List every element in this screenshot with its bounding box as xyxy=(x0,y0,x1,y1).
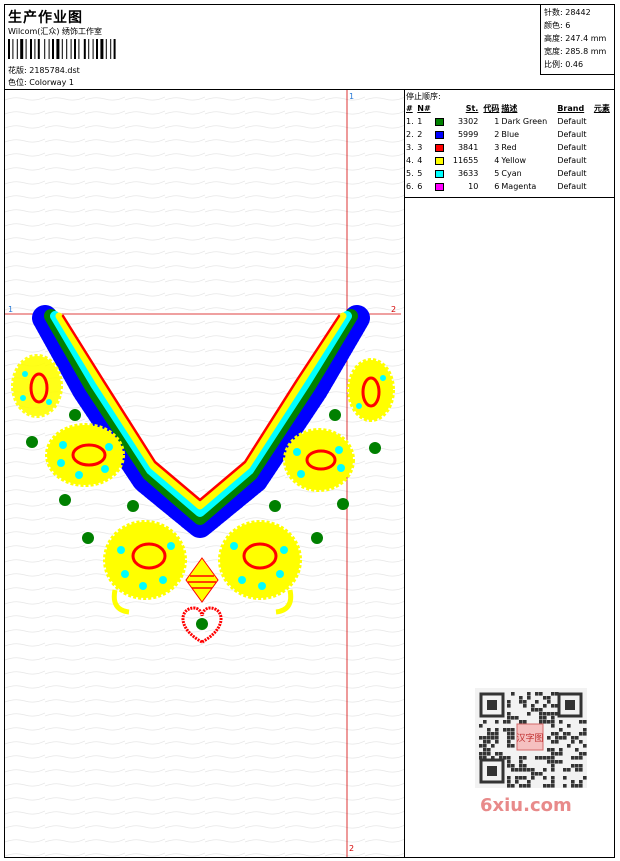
row-desc: Blue xyxy=(501,130,520,139)
row-desc: Dark Green xyxy=(501,117,548,126)
page-title: 生产作业图 xyxy=(8,10,83,26)
stop-sequence-table: # N# St. 代码 描述 Brand 元素 1. 1 3302 1 Dark Gre… xyxy=(405,102,614,193)
table-row: 6. 6 10 6 Magenta Default xyxy=(405,180,614,193)
row-index: 5. xyxy=(406,169,414,178)
colorway-label: 色位: xyxy=(8,78,27,87)
row-swatch xyxy=(434,115,447,128)
stat-height: 高度: 247.4 mm xyxy=(544,34,607,43)
table-header: # N# St. 代码 描述 Brand 元素 xyxy=(405,102,614,115)
guide-label-right: 2 xyxy=(391,305,397,314)
row-desc: Red xyxy=(501,143,517,152)
stat-stitches: 针数: 28442 xyxy=(544,8,591,17)
color-swatch xyxy=(435,182,445,191)
row-index: 3. xyxy=(406,143,414,152)
row-element xyxy=(593,180,614,193)
production-sheet: 生产作业图 Wilcom(汇众) 绣饰工作室 花版: 2185784.dst 色… xyxy=(4,4,615,858)
color-swatch xyxy=(435,117,445,126)
row-brand: Default xyxy=(557,130,587,139)
design-label: 花版: xyxy=(8,66,27,75)
row-code: 5 xyxy=(494,169,500,178)
table-row: 1. 1 3302 1 Dark Green Default xyxy=(405,115,614,128)
row-n: 3 xyxy=(417,143,423,152)
colorway-value: Colorway 1 xyxy=(29,78,74,87)
barcode xyxy=(8,39,116,59)
table-row: 4. 4 11655 4 Yellow Default xyxy=(405,154,614,167)
color-swatch xyxy=(435,130,445,139)
col-st: St. xyxy=(465,104,479,113)
row-st: 10 xyxy=(468,182,479,191)
row-brand: Default xyxy=(557,182,587,191)
row-element xyxy=(593,115,614,128)
guide-label-top: 1 xyxy=(349,92,355,101)
row-n: 6 xyxy=(417,182,423,191)
qr-stamp: 汉字图 xyxy=(516,732,543,744)
stats-panel: 针数: 28442 颜色: 6 高度: 247.4 mm 宽度: 285.8 m… xyxy=(540,5,614,75)
row-brand: Default xyxy=(557,156,587,165)
guide-label-bottom: 2 xyxy=(349,844,355,853)
table-row: 3. 3 3841 3 Red Default xyxy=(405,141,614,154)
row-index: 6. xyxy=(406,182,414,191)
design-canvas: 1 2 1 2 xyxy=(5,90,405,857)
sheet-header: 生产作业图 Wilcom(汇众) 绣饰工作室 花版: 2185784.dst 色… xyxy=(5,5,614,90)
row-brand: Default xyxy=(557,117,587,126)
row-element xyxy=(593,154,614,167)
row-swatch xyxy=(434,154,447,167)
row-index: 2. xyxy=(406,130,414,139)
company-name: Wilcom(汇众) 绣饰工作室 xyxy=(8,27,103,36)
row-brand: Default xyxy=(557,169,587,178)
design-value: 2185784.dst xyxy=(29,66,80,75)
color-swatch xyxy=(435,156,445,165)
row-code: 4 xyxy=(494,156,500,165)
stat-width: 宽度: 285.8 mm xyxy=(544,47,607,56)
design-line: 花版: 2185784.dst xyxy=(8,65,80,76)
row-index: 4. xyxy=(406,156,414,165)
row-st: 11655 xyxy=(452,156,479,165)
row-code: 6 xyxy=(494,182,500,191)
row-st: 5999 xyxy=(457,130,479,139)
color-swatch xyxy=(435,143,445,152)
col-desc: 描述 xyxy=(501,104,518,113)
col-swatch xyxy=(434,102,447,115)
color-swatch xyxy=(435,169,445,178)
row-code: 3 xyxy=(494,143,500,152)
row-swatch xyxy=(434,128,447,141)
row-n: 4 xyxy=(417,156,423,165)
embroidery-preview xyxy=(5,90,404,857)
stat-colors: 颜色: 6 xyxy=(544,21,571,30)
stat-scale: 比例: 0.46 xyxy=(544,60,584,69)
row-st: 3633 xyxy=(457,169,479,178)
row-desc: Magenta xyxy=(501,182,537,191)
row-swatch xyxy=(434,180,447,193)
row-index: 1. xyxy=(406,117,414,126)
row-st: 3841 xyxy=(457,143,479,152)
row-element xyxy=(593,167,614,180)
row-n: 2 xyxy=(417,130,423,139)
row-element xyxy=(593,141,614,154)
row-swatch xyxy=(434,167,447,180)
stop-sequence-title: 停止顺序: xyxy=(406,92,441,101)
table-row: 2. 2 5999 2 Blue Default xyxy=(405,128,614,141)
row-brand: Default xyxy=(557,143,587,152)
row-code: 1 xyxy=(494,117,500,126)
col-element: 元素 xyxy=(593,104,610,113)
col-index: # xyxy=(406,104,413,113)
row-st: 3302 xyxy=(457,117,479,126)
colorway-line: 色位: Colorway 1 xyxy=(8,77,74,88)
row-element xyxy=(593,128,614,141)
col-n: N# xyxy=(417,104,431,113)
row-n: 1 xyxy=(417,117,423,126)
row-swatch xyxy=(434,141,447,154)
stop-sequence-box: 停止顺序: # N# St. 代码 描述 Brand 元素 1. 1 3302 1 Da… xyxy=(405,90,614,198)
guide-label-left: 1 xyxy=(8,305,14,314)
qr-image: 汉字图 xyxy=(479,692,587,788)
qr-code: 汉字图 xyxy=(475,688,587,788)
col-code: 代码 xyxy=(483,104,500,113)
watermark: 6xiu.com xyxy=(480,795,572,816)
table-row: 5. 5 3633 5 Cyan Default xyxy=(405,167,614,180)
row-code: 2 xyxy=(494,130,500,139)
row-desc: Yellow xyxy=(501,156,527,165)
col-brand: Brand xyxy=(557,104,585,113)
row-n: 5 xyxy=(417,169,423,178)
row-desc: Cyan xyxy=(501,169,522,178)
